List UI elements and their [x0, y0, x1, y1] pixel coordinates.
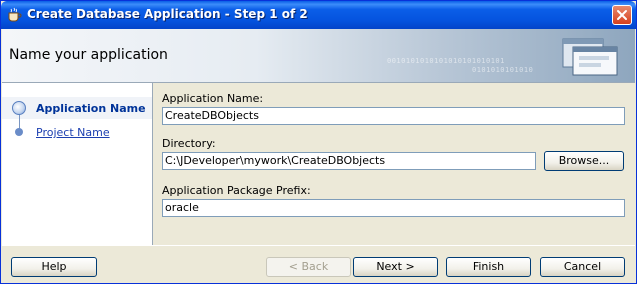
next-button[interactable]: Next >	[353, 257, 438, 277]
back-button[interactable]: < Back	[266, 257, 351, 277]
directory-label: Directory:	[162, 137, 216, 150]
application-windows-icon	[561, 33, 627, 79]
cancel-button[interactable]: Cancel	[540, 257, 625, 277]
close-icon	[617, 10, 627, 20]
binary-decoration: 0010101010101010101010101	[387, 57, 505, 65]
help-button[interactable]: Help	[11, 257, 97, 277]
package-prefix-label: Application Package Prefix:	[162, 184, 311, 197]
wizard-form: Application Name: CreateDBObjects Direct…	[153, 83, 635, 245]
dialog-window: Create Database Application - Step 1 of …	[0, 0, 637, 284]
footer-divider	[2, 245, 635, 246]
title-bar[interactable]: Create Database Application - Step 1 of …	[1, 1, 636, 29]
wizard-steps-panel: Application Name Project Name	[2, 83, 153, 245]
window-title: Create Database Application - Step 1 of …	[27, 7, 308, 21]
active-step-icon	[12, 101, 26, 115]
directory-field[interactable]: C:\JDeveloper\mywork\CreateDBObjects	[162, 152, 536, 170]
wizard-header: Name your application 001010101010101010…	[2, 29, 635, 83]
application-name-field[interactable]: CreateDBObjects	[162, 107, 625, 125]
step-dot-icon	[15, 128, 23, 136]
application-name-label: Application Name:	[162, 92, 264, 105]
binary-decoration-2: 0101010101010	[472, 66, 534, 74]
jdeveloper-cup-icon	[6, 7, 22, 23]
finish-button[interactable]: Finish	[446, 257, 531, 277]
step-project-name[interactable]: Project Name	[36, 126, 110, 139]
package-prefix-field[interactable]: oracle	[162, 199, 625, 217]
browse-button[interactable]: Browse...	[544, 151, 624, 171]
step-application-name[interactable]: Application Name	[36, 102, 146, 115]
header-title: Name your application	[9, 47, 168, 63]
close-button[interactable]	[612, 5, 632, 25]
